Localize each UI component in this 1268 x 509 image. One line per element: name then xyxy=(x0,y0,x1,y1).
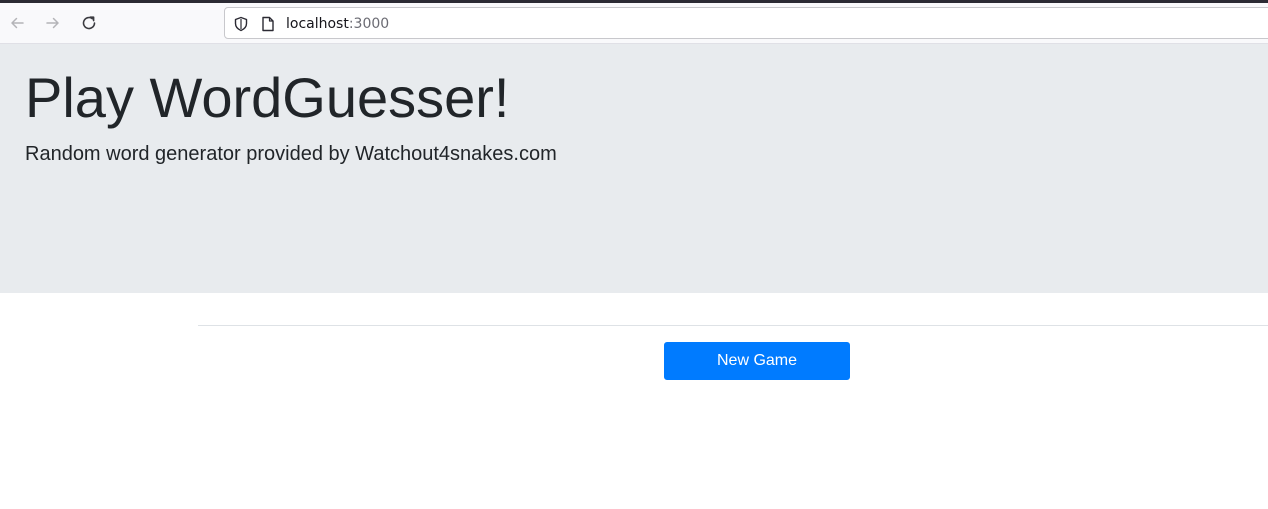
forward-button[interactable] xyxy=(41,11,65,35)
arrow-right-icon xyxy=(46,17,59,29)
reload-button[interactable] xyxy=(77,11,101,35)
page-title: Play WordGuesser! xyxy=(25,66,510,129)
page-info-button[interactable] xyxy=(259,15,277,33)
back-button[interactable] xyxy=(5,11,29,35)
url-port: :3000 xyxy=(348,16,390,32)
divider xyxy=(198,325,1268,326)
page-subtitle: Random word generator provided by Watcho… xyxy=(25,143,557,165)
new-game-button[interactable]: New Game xyxy=(664,342,850,380)
browser-toolbar: localhost:3000 xyxy=(0,3,1268,44)
arrow-left-icon xyxy=(11,17,24,29)
shield-icon xyxy=(234,16,248,32)
reload-icon xyxy=(82,16,96,30)
url-text[interactable]: localhost:3000 xyxy=(286,15,389,33)
page-icon xyxy=(262,16,274,32)
address-bar[interactable]: localhost:3000 xyxy=(224,7,1268,39)
url-host: localhost xyxy=(286,16,349,32)
tracking-protection-button[interactable] xyxy=(232,15,250,33)
